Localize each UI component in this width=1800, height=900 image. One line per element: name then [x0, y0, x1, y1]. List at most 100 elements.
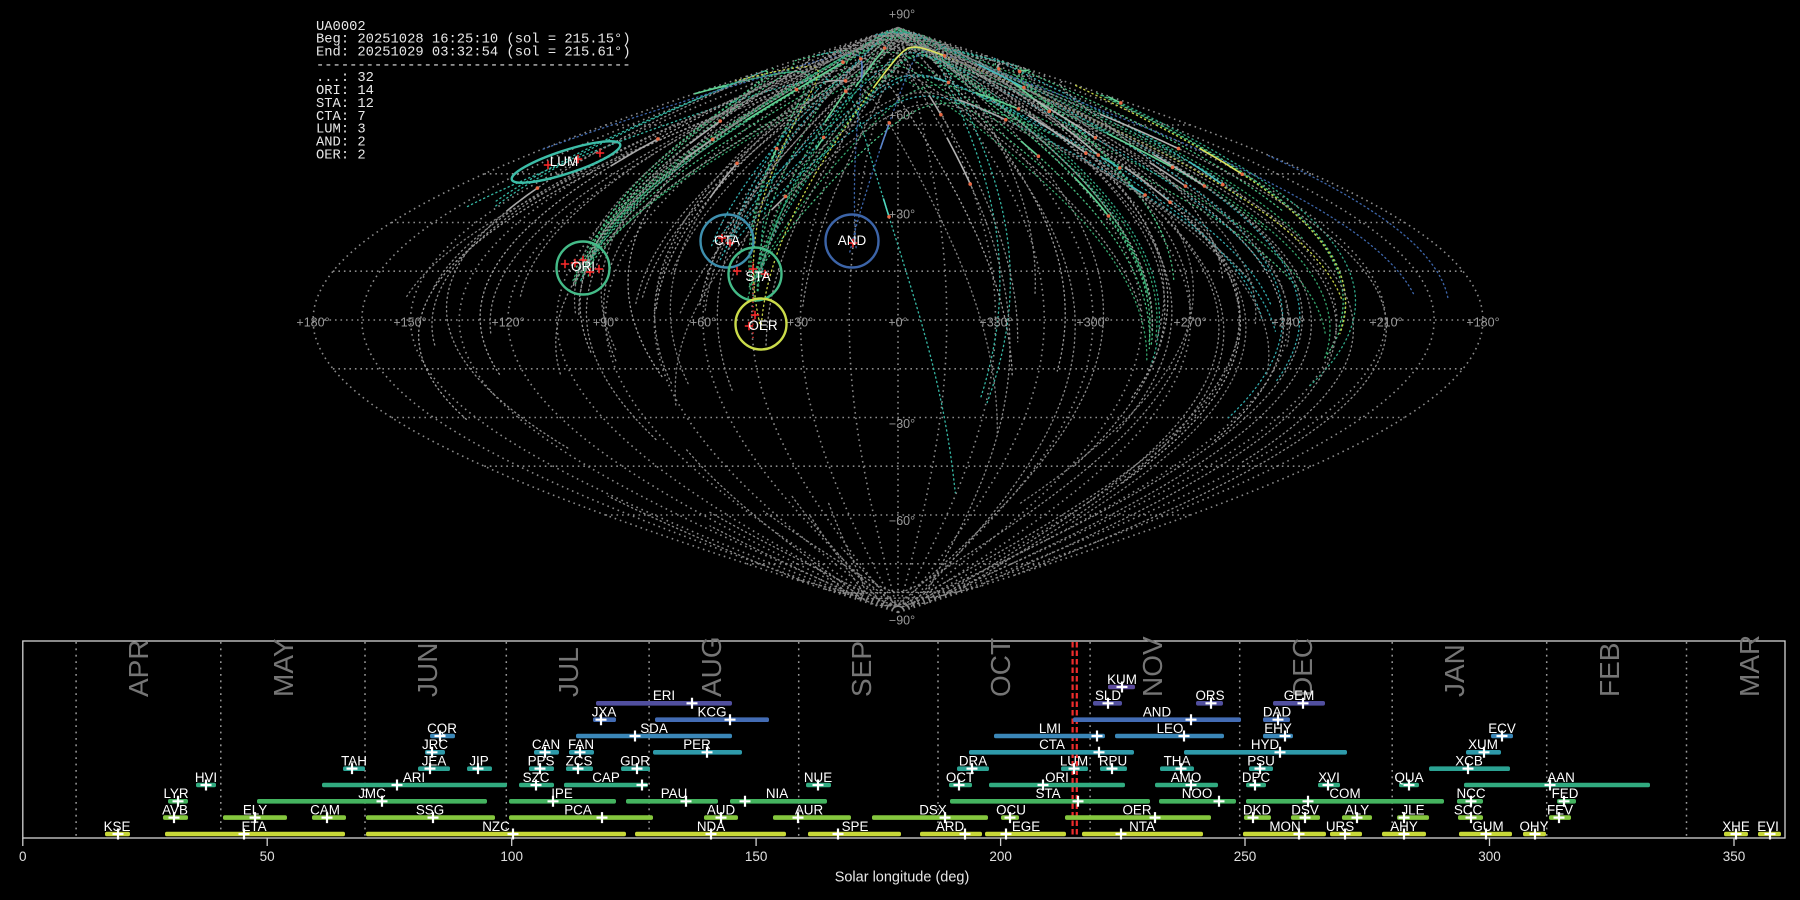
- svg-text:150: 150: [745, 849, 768, 864]
- svg-text:FEB: FEB: [1594, 643, 1625, 697]
- svg-text:AUG: AUG: [696, 636, 727, 697]
- svg-text:+180°: +180°: [296, 316, 329, 330]
- svg-text:PSU: PSU: [1247, 753, 1275, 768]
- svg-text:PCA: PCA: [564, 802, 592, 817]
- svg-text:+210°: +210°: [1369, 316, 1402, 330]
- svg-text:OCT: OCT: [985, 638, 1016, 697]
- svg-text:XVI: XVI: [1318, 770, 1340, 785]
- svg-text:DAD: DAD: [1263, 705, 1292, 720]
- svg-text:350: 350: [1723, 849, 1746, 864]
- svg-text:MAR: MAR: [1734, 635, 1765, 697]
- svg-text:RPU: RPU: [1099, 753, 1127, 768]
- svg-text:MAY: MAY: [268, 638, 299, 697]
- svg-text:NTA: NTA: [1129, 819, 1155, 834]
- svg-text:+90°: +90°: [593, 316, 619, 330]
- svg-text:FAN: FAN: [568, 737, 594, 752]
- svg-text:SCC: SCC: [1454, 802, 1483, 817]
- svg-text:DSX: DSX: [919, 802, 947, 817]
- svg-text:CQR: CQR: [427, 721, 457, 736]
- svg-text:JLE: JLE: [1401, 802, 1424, 817]
- svg-text:ELY: ELY: [243, 802, 267, 817]
- svg-text:AHY: AHY: [1390, 819, 1418, 834]
- svg-text:SDA: SDA: [640, 721, 668, 736]
- svg-text:50: 50: [260, 849, 275, 864]
- svg-text:SSG: SSG: [416, 802, 444, 817]
- svg-text:+0°: +0°: [888, 316, 907, 330]
- svg-text:NUE: NUE: [804, 770, 832, 785]
- svg-text:KUM: KUM: [1107, 672, 1137, 687]
- svg-text:XCB: XCB: [1455, 753, 1483, 768]
- svg-text:SEP: SEP: [846, 641, 877, 697]
- svg-text:JXA: JXA: [592, 705, 617, 720]
- svg-text:+300°: +300°: [1076, 316, 1109, 330]
- svg-text:+270°: +270°: [1173, 316, 1206, 330]
- svg-text:EVI: EVI: [1757, 819, 1779, 834]
- svg-text:STA: STA: [745, 269, 770, 284]
- svg-text:PAU: PAU: [661, 786, 688, 801]
- svg-text:JRC: JRC: [422, 737, 448, 752]
- svg-text:THA: THA: [1164, 753, 1191, 768]
- svg-text:OHY: OHY: [1519, 819, 1548, 834]
- svg-text:ORS: ORS: [1195, 688, 1224, 703]
- svg-text:GDR: GDR: [620, 753, 650, 768]
- svg-text:JUN: JUN: [412, 643, 443, 697]
- svg-text:+120°: +120°: [491, 316, 524, 330]
- svg-text:HVI: HVI: [195, 770, 217, 785]
- svg-text:OER: OER: [1122, 802, 1151, 817]
- svg-text:URS: URS: [1326, 819, 1354, 834]
- svg-text:PER: PER: [683, 737, 711, 752]
- svg-text:HYD: HYD: [1251, 737, 1280, 752]
- svg-text:Solar longitude (deg): Solar longitude (deg): [835, 870, 970, 886]
- svg-text:ARI: ARI: [403, 770, 425, 785]
- svg-text:AAN: AAN: [1547, 770, 1575, 785]
- svg-text:SPE: SPE: [842, 819, 869, 834]
- svg-text:−60°: −60°: [889, 514, 915, 528]
- svg-text:+60°: +60°: [690, 316, 716, 330]
- svg-text:+30°: +30°: [889, 208, 915, 222]
- svg-text:−90°: −90°: [889, 614, 915, 628]
- svg-text:AVB: AVB: [162, 802, 188, 817]
- svg-text:LEO: LEO: [1157, 721, 1184, 736]
- svg-text:NCC: NCC: [1456, 786, 1485, 801]
- svg-text:GEM: GEM: [1284, 688, 1315, 703]
- svg-text:DRA: DRA: [959, 753, 987, 768]
- svg-text:AMO: AMO: [1171, 770, 1202, 785]
- svg-text:SZC: SZC: [523, 770, 550, 785]
- svg-text:AUD: AUD: [707, 802, 736, 817]
- svg-text:AND: AND: [838, 233, 867, 248]
- svg-text:DKD: DKD: [1243, 802, 1272, 817]
- svg-text:−30°: −30°: [889, 417, 915, 431]
- svg-text:PPS: PPS: [528, 753, 555, 768]
- svg-text:QUA: QUA: [1394, 770, 1423, 785]
- svg-text:JUL: JUL: [553, 647, 584, 697]
- svg-text:ECV: ECV: [1488, 721, 1516, 736]
- svg-text:+60°: +60°: [889, 109, 915, 123]
- svg-text:ARD: ARD: [936, 819, 965, 834]
- svg-text:300: 300: [1478, 849, 1501, 864]
- svg-text:+330°: +330°: [979, 316, 1012, 330]
- svg-text:ALY: ALY: [1345, 802, 1369, 817]
- svg-text:DSV: DSV: [1291, 802, 1319, 817]
- svg-text:ZCS: ZCS: [566, 753, 593, 768]
- svg-text:JMC: JMC: [358, 786, 386, 801]
- svg-text:JAN: JAN: [1439, 644, 1470, 697]
- svg-text:+180°: +180°: [1466, 316, 1499, 330]
- svg-text:ERI: ERI: [653, 688, 675, 703]
- svg-text:SLD: SLD: [1095, 688, 1121, 703]
- svg-text:KCG: KCG: [697, 705, 726, 720]
- svg-text:CAP: CAP: [592, 770, 620, 785]
- svg-text:NOO: NOO: [1182, 786, 1213, 801]
- svg-text:LYR: LYR: [163, 786, 188, 801]
- svg-text:DPC: DPC: [1242, 770, 1271, 785]
- svg-text:KSE: KSE: [104, 819, 131, 834]
- svg-text:NOV: NOV: [1137, 636, 1168, 697]
- svg-text:ORI: ORI: [571, 259, 595, 274]
- svg-text:200: 200: [989, 849, 1012, 864]
- svg-text:CTA: CTA: [1039, 737, 1065, 752]
- svg-text:CAN: CAN: [532, 737, 560, 752]
- svg-text:STA: STA: [1035, 786, 1060, 801]
- svg-text:GUM: GUM: [1472, 819, 1503, 834]
- svg-text:CTA: CTA: [714, 233, 740, 248]
- svg-text:CAM: CAM: [310, 802, 340, 817]
- svg-text:APR: APR: [123, 639, 154, 697]
